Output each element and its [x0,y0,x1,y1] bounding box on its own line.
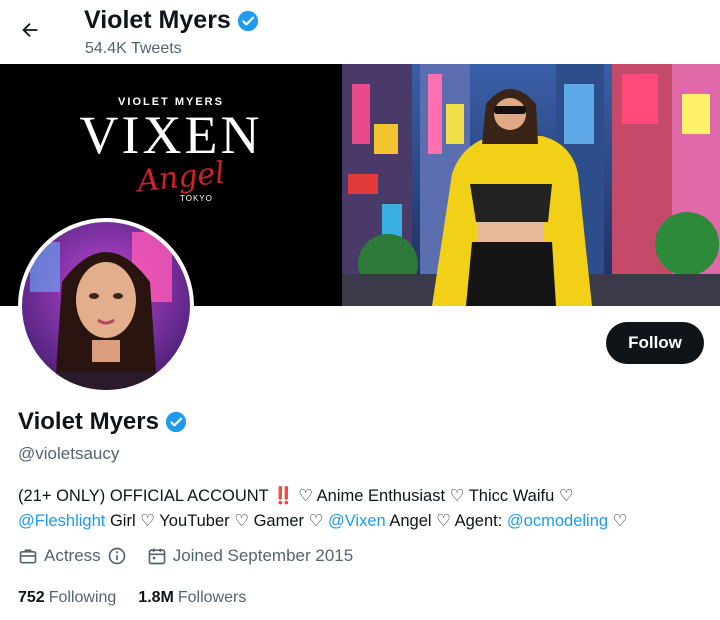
verified-badge-icon[interactable] [165,411,187,433]
follow-stats: 752 Following 1.8M Followers [18,589,246,607]
banner-brand-tokyo: TOKYO [180,194,213,203]
profile-avatar[interactable] [18,218,194,394]
tweets-count: 54.4K Tweets [85,40,182,57]
header-title: Violet Myers [84,6,259,35]
joined-label: Joined September 2015 [172,546,354,565]
follow-button[interactable]: Follow [606,322,704,364]
bio-text: (21+ ONLY) OFFICIAL ACCOUNT [18,487,269,505]
joined-item: Joined September 2015 [147,546,354,566]
followers-link[interactable]: 1.8M Followers [138,589,246,607]
following-link[interactable]: 752 Following [18,589,116,607]
profile-meta: Actress Joined September 2015 [18,546,373,566]
category-label: Actress [44,546,101,565]
following-count: 752 [18,589,45,606]
info-icon[interactable] [107,546,127,566]
bio-text: ♡ [608,512,628,530]
bio-text: ♡ Anime Enthusiast ♡ Thicc Waifu ♡ [293,487,574,505]
back-button[interactable] [14,14,46,46]
profile-name: Violet Myers [18,408,159,435]
category-item: Actress [18,546,127,566]
bio-link-ocmodeling[interactable]: @ocmodeling [507,512,608,530]
following-label: Following [48,589,117,606]
bio-link-fleshlight[interactable]: @Fleshlight [18,512,105,530]
calendar-icon [148,548,166,565]
profile-name-row: Violet Myers [18,408,187,436]
header-name: Violet Myers [84,6,231,34]
followers-count: 1.8M [138,589,174,606]
banner-photo [342,64,720,306]
briefcase-icon [19,549,37,564]
bio-link-vixen[interactable]: @Vixen [328,512,386,530]
verified-badge-icon [237,10,259,32]
profile-handle: @violetsaucy [18,444,120,463]
profile-bio: (21+ ONLY) OFFICIAL ACCOUNT ‼️ ♡ Anime E… [18,484,708,534]
double-exclamation-icon: ‼️ [273,487,294,505]
bio-text: Girl ♡ YouTuber ♡ Gamer ♡ [105,512,328,530]
bio-text: Angel ♡ Agent: [385,512,507,530]
avatar-image [22,222,190,390]
arrow-left-icon [22,22,38,38]
top-header: Violet Myers 54.4K Tweets [0,0,720,64]
followers-label: Followers [177,589,247,606]
